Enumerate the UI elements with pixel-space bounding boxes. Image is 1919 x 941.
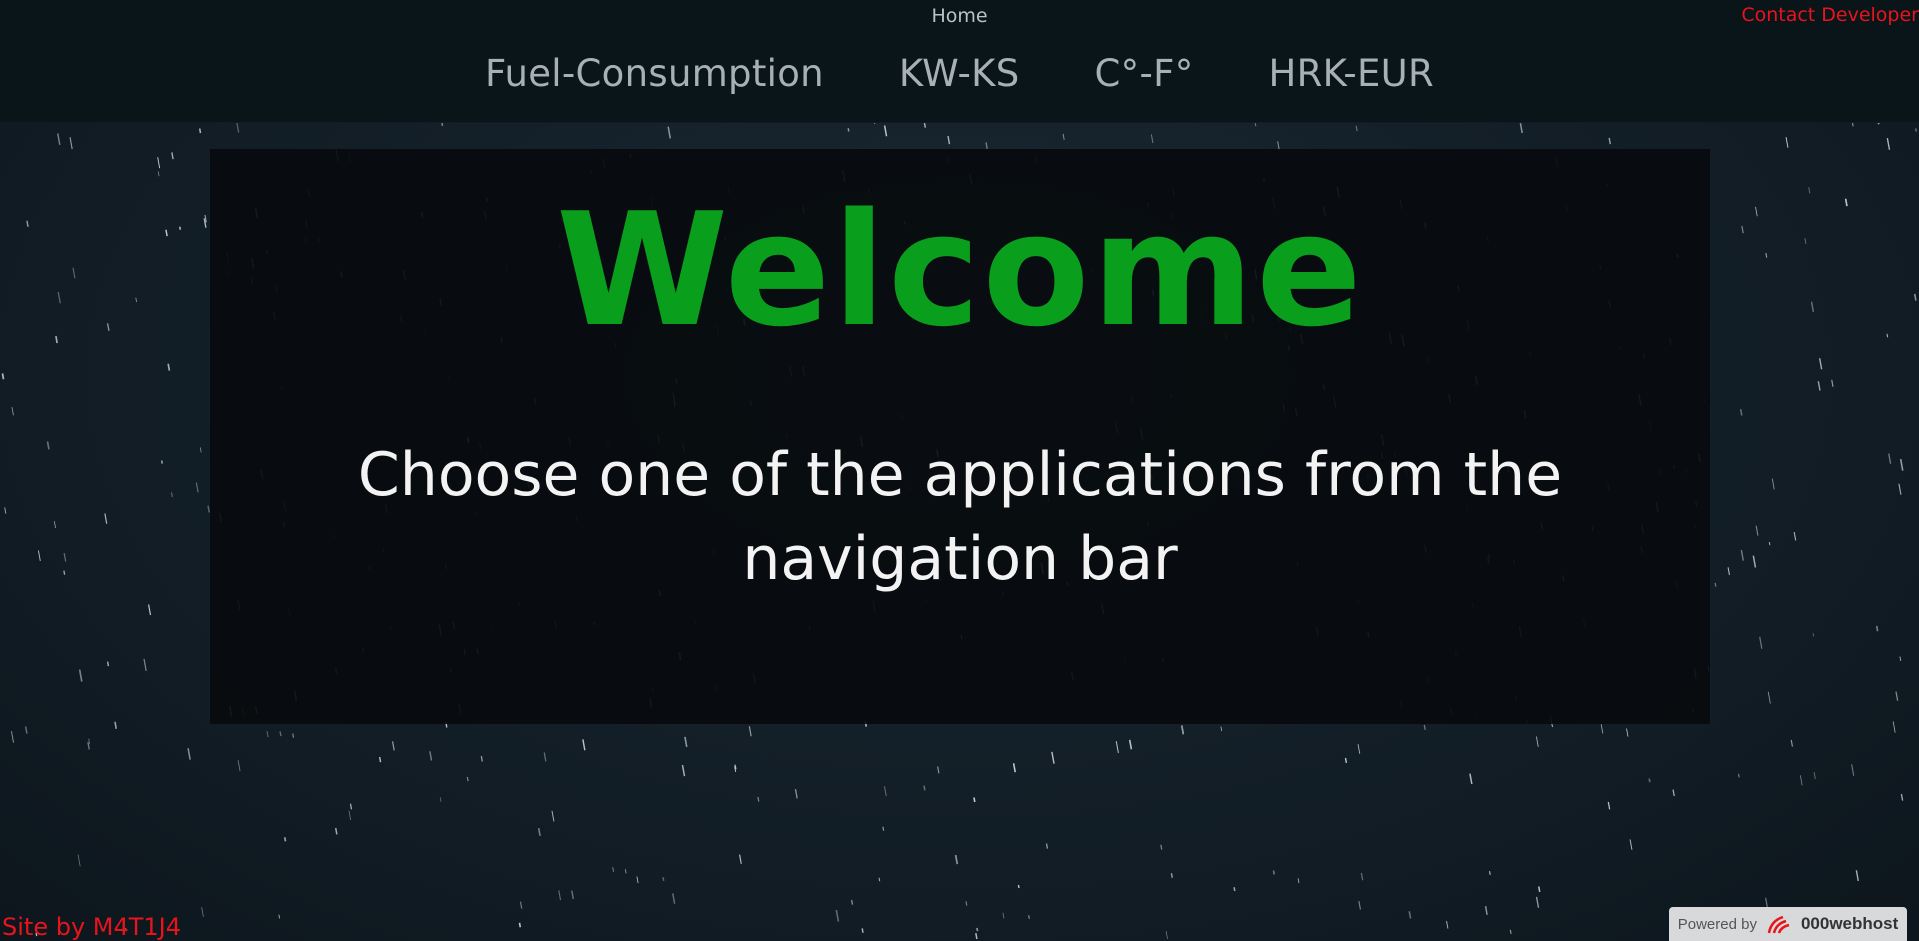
navigation-bar: Fuel-Consumption KW-KS C°-F° HRK-EUR [0,52,1919,95]
contact-developer-link[interactable]: Contact Developer [1741,4,1919,26]
powered-by-label: Powered by [1677,915,1757,933]
nav-item-fuel-consumption[interactable]: Fuel-Consumption [485,52,824,95]
powered-by-brand: 000webhost [1800,914,1899,933]
powered-by-badge[interactable]: Powered by 000webhost [1669,907,1907,941]
top-header: Home Contact Developer Fuel-Consumption … [0,0,1919,123]
nav-item-hrk-eur[interactable]: HRK-EUR [1269,52,1435,95]
nav-item-kw-ks[interactable]: KW-KS [899,52,1020,95]
home-link[interactable]: Home [0,5,1919,27]
welcome-subtitle: Choose one of the applications from the … [357,440,1563,594]
nav-item-celsius-fahrenheit[interactable]: C°-F° [1095,52,1194,95]
welcome-title: Welcome [556,179,1364,361]
welcome-panel: Welcome Choose one of the applications f… [210,149,1710,724]
webhost-logo-icon [1767,915,1790,934]
site-credit: Site by M4T1J4 [2,913,182,941]
